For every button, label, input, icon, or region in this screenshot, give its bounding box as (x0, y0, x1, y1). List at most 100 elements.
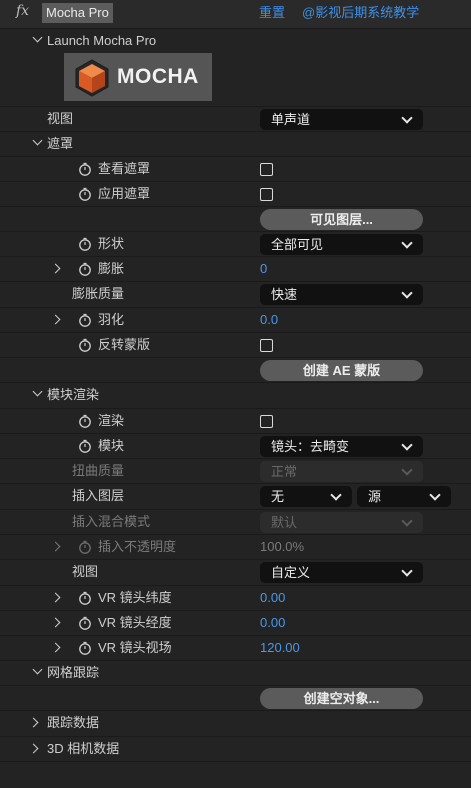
module-view-label: 视图 (72, 564, 99, 579)
module-row: 模块 镜头：去畸变 (0, 433, 471, 458)
create-null-row: 创建空对象... (0, 685, 471, 710)
feather-twirl-icon[interactable] (50, 314, 61, 325)
visible-layers-row: 可见图层... (0, 206, 471, 231)
insert-blend-row: 插入混合模式 默认 (0, 509, 471, 534)
insert-layer-label: 插入图层 (72, 488, 125, 503)
collapse-launch-icon[interactable] (32, 32, 43, 43)
create-null-button[interactable]: 创建空对象... (260, 688, 423, 709)
mask-section-header[interactable]: 遮罩 (0, 131, 471, 156)
stopwatch-icon[interactable] (78, 262, 92, 276)
distortion-quality-row: 扭曲质量 正常 (0, 458, 471, 483)
insert-opacity-twirl-icon[interactable] (50, 541, 61, 552)
insert-layer-dropdown[interactable]: 无 (260, 486, 352, 507)
effect-name[interactable]: Mocha Pro (42, 3, 113, 23)
stopwatch-icon[interactable] (78, 187, 92, 201)
mocha-cube-icon (74, 59, 110, 100)
feather-row: 羽化 0.0 (0, 307, 471, 332)
vr-fov-twirl-icon[interactable] (50, 642, 61, 653)
expand-label: 膨胀 (98, 261, 125, 276)
invert-mask-row: 反转蒙版 (0, 332, 471, 357)
module-view-row: 视图 自定义 (0, 559, 471, 584)
view-mask-label: 查看遮罩 (98, 161, 151, 176)
render-row: 渲染 (0, 408, 471, 433)
insert-layer-row: 插入图层 无 源 (0, 483, 471, 508)
expand-tracking-data-icon[interactable] (28, 717, 39, 728)
stopwatch-icon[interactable] (78, 338, 92, 352)
vr-fov-value[interactable]: 120.00 (260, 636, 300, 660)
expand-value[interactable]: 0 (260, 257, 267, 281)
insert-opacity-row: 插入不透明度 100.0% (0, 534, 471, 559)
shape-label: 形状 (98, 236, 125, 251)
module-dropdown[interactable]: 镜头：去畸变 (260, 436, 423, 457)
vr-fov-label: VR 镜头视场 (98, 640, 172, 655)
apply-mask-checkbox[interactable] (260, 188, 273, 201)
chevron-down-icon (401, 565, 413, 577)
module-view-dropdown[interactable]: 自定义 (260, 562, 423, 583)
reset-link[interactable]: 重置 (259, 3, 285, 23)
stopwatch-icon (78, 540, 92, 554)
vr-latitude-row: VR 镜头纬度 0.00 (0, 585, 471, 610)
fx-toggle[interactable]: fx (16, 3, 38, 23)
panel-bottom-spacer (0, 761, 471, 788)
expand-twirl-icon[interactable] (50, 263, 61, 274)
tracking-data-label: 跟踪数据 (47, 715, 100, 730)
module-label: 模块 (98, 438, 125, 453)
vr-longitude-twirl-icon[interactable] (50, 617, 61, 628)
apply-mask-row: 应用遮罩 (0, 181, 471, 206)
module-value: 镜头：去畸变 (271, 439, 350, 454)
visible-layers-button[interactable]: 可见图层... (260, 209, 423, 230)
insert-blend-value: 默认 (271, 515, 298, 530)
vr-longitude-label: VR 镜头经度 (98, 615, 172, 630)
distortion-quality-label: 扭曲质量 (72, 463, 125, 478)
vr-fov-row: VR 镜头视场 120.00 (0, 635, 471, 660)
render-label: 渲染 (98, 413, 125, 428)
expand-camera-data-icon[interactable] (28, 743, 39, 754)
insert-source-dropdown[interactable]: 源 (357, 486, 451, 507)
chevron-down-icon (401, 439, 413, 451)
create-ae-mask-button[interactable]: 创建 AE 蒙版 (260, 360, 423, 381)
feather-value[interactable]: 0.0 (260, 308, 278, 332)
render-checkbox[interactable] (260, 415, 273, 428)
stopwatch-icon[interactable] (78, 439, 92, 453)
invert-mask-checkbox[interactable] (260, 339, 273, 352)
stopwatch-icon[interactable] (78, 591, 92, 605)
expand-quality-dropdown[interactable]: 快速 (260, 284, 423, 305)
view-value: 单声道 (271, 112, 311, 127)
feather-label: 羽化 (98, 312, 125, 327)
module-render-label: 模块渲染 (47, 387, 100, 402)
view-mask-checkbox[interactable] (260, 163, 273, 176)
mocha-launch-button[interactable]: MOCHA (64, 53, 212, 101)
view-mask-row: 查看遮罩 (0, 156, 471, 181)
invert-mask-label: 反转蒙版 (98, 337, 151, 352)
insert-layer-value: 无 (271, 489, 285, 504)
effect-header: fx Mocha Pro 重置 @影视后期系统教学 (0, 0, 471, 28)
vr-latitude-twirl-icon[interactable] (50, 592, 61, 603)
chevron-down-icon (401, 287, 413, 299)
mesh-tracking-label: 网格跟踪 (47, 665, 100, 680)
stopwatch-icon[interactable] (78, 237, 92, 251)
camera-data-label: 3D 相机数据 (47, 741, 120, 756)
stopwatch-icon[interactable] (78, 313, 92, 327)
collapse-module-icon[interactable] (32, 386, 43, 397)
apply-mask-label: 应用遮罩 (98, 186, 151, 201)
module-render-section-header[interactable]: 模块渲染 (0, 382, 471, 407)
mesh-tracking-section-header[interactable]: 网格跟踪 (0, 660, 471, 685)
chevron-down-icon (401, 515, 413, 527)
credit-link[interactable]: @影视后期系统教学 (302, 3, 419, 23)
collapse-mask-icon[interactable] (32, 135, 43, 146)
tracking-data-section-header[interactable]: 跟踪数据 (0, 710, 471, 735)
distortion-quality-value: 正常 (271, 464, 298, 479)
view-dropdown[interactable]: 单声道 (260, 109, 423, 130)
vr-latitude-value[interactable]: 0.00 (260, 586, 285, 610)
expand-row: 膨胀 0 (0, 256, 471, 281)
stopwatch-icon[interactable] (78, 616, 92, 630)
mocha-logo-text: MOCHA (117, 65, 199, 88)
vr-longitude-value[interactable]: 0.00 (260, 611, 285, 635)
view-row: 视图 单声道 (0, 106, 471, 131)
camera-data-section-header[interactable]: 3D 相机数据 (0, 736, 471, 761)
stopwatch-icon[interactable] (78, 162, 92, 176)
collapse-mesh-icon[interactable] (32, 664, 43, 675)
stopwatch-icon[interactable] (78, 641, 92, 655)
shape-dropdown[interactable]: 全部可见 (260, 234, 423, 255)
stopwatch-icon[interactable] (78, 414, 92, 428)
